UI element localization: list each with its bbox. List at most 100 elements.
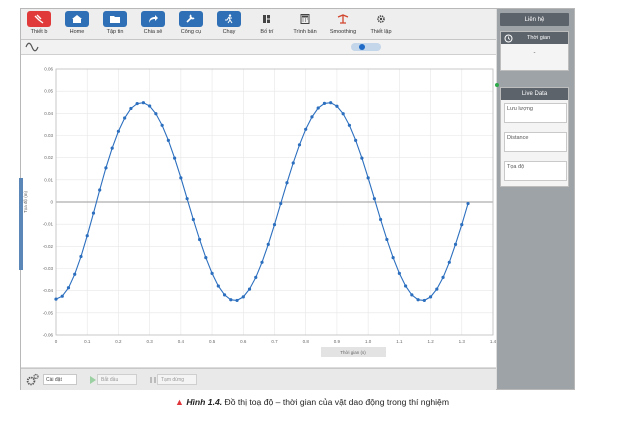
live-data-panel: Live Data Lưu lượng Distance Tọa độ <box>500 87 569 187</box>
y-tick-label: -0.01 <box>43 222 54 227</box>
data-point <box>73 272 77 276</box>
toolbar-file-button[interactable]: Tập tin <box>97 9 133 39</box>
toolbar-tools-button[interactable]: Công cụ <box>173 9 209 39</box>
toolbar-device-button[interactable]: Thiết b <box>21 9 57 39</box>
start-label: Bắt đầu <box>97 374 137 385</box>
data-point <box>297 143 302 147</box>
x-tick-label: 1.3 <box>459 339 466 344</box>
x-tick-label: 0 <box>55 339 58 344</box>
wrench-icon <box>179 11 203 27</box>
data-point <box>372 197 376 201</box>
live-field-distance[interactable]: Distance <box>504 132 567 152</box>
toolbar-share-button[interactable]: Chia sẻ <box>135 9 171 39</box>
share-icon <box>141 11 165 27</box>
gear-icon <box>369 11 393 27</box>
data-point <box>185 197 189 201</box>
data-point <box>247 287 252 291</box>
data-point <box>66 286 71 290</box>
data-point <box>91 211 96 215</box>
data-point <box>379 217 383 222</box>
y-tick-label: 0.06 <box>44 67 53 72</box>
data-point <box>310 115 314 119</box>
y-tick-label: -0.03 <box>43 266 54 271</box>
live-field-flow[interactable]: Lưu lượng <box>504 103 567 123</box>
toolbar-layout-button[interactable]: Bố trí <box>249 9 285 39</box>
data-point <box>116 129 121 133</box>
data-point <box>435 287 439 291</box>
data-point <box>447 260 451 264</box>
stop-button[interactable]: Tạm dừng <box>149 374 197 385</box>
data-point <box>404 284 408 288</box>
data-point <box>241 295 245 299</box>
data-point <box>460 223 464 227</box>
x-tick-label: 0.4 <box>178 339 185 344</box>
x-tick-label: 1.2 <box>427 339 434 344</box>
data-point <box>347 123 352 127</box>
y-tick-label: 0.04 <box>44 111 53 116</box>
x-axis-label: Thời gian (s) <box>340 350 366 355</box>
pause-icon <box>150 376 156 383</box>
settings-gear-icon[interactable] <box>25 373 39 387</box>
data-point <box>291 161 295 165</box>
run-icon <box>217 11 241 27</box>
data-point <box>141 101 145 105</box>
y-tick-label: -0.02 <box>43 244 54 249</box>
data-point <box>285 181 289 185</box>
toolbar-label: Thiết b <box>30 29 48 35</box>
data-point <box>410 293 414 297</box>
data-point <box>428 295 433 299</box>
caption-prefix: Hình 1.4. <box>186 397 223 407</box>
data-point <box>98 188 102 192</box>
contact-button[interactable]: Liên hệ <box>500 13 569 26</box>
status-dot <box>495 83 499 87</box>
y-tick-label: 0.02 <box>44 155 53 160</box>
data-point <box>260 260 264 264</box>
data-point <box>254 275 258 279</box>
data-point <box>322 101 327 105</box>
side-panel-handle[interactable] <box>19 178 23 270</box>
play-icon <box>90 375 96 384</box>
graph-scroll-handle[interactable] <box>359 44 365 50</box>
y-tick-label: 0.03 <box>44 133 53 138</box>
time-header-label: Thời gian <box>527 35 551 41</box>
data-point <box>385 237 389 242</box>
toolbar-smoothing-button[interactable]: Smoothing <box>325 9 361 39</box>
y-axis-label: Tọa độ (m) <box>23 191 28 214</box>
data-point <box>154 112 158 116</box>
layout-icon <box>255 11 279 27</box>
data-point <box>316 106 320 110</box>
calculator-icon <box>293 11 317 27</box>
bottom-setting-field[interactable]: Cài đặt <box>43 374 77 385</box>
toolbar-label: Chạy <box>222 29 236 35</box>
toolbar-home-button[interactable]: Home <box>59 9 95 39</box>
time-value: - <box>533 50 536 56</box>
x-tick-label: 0.7 <box>271 339 278 344</box>
x-tick-label: 1.1 <box>396 339 403 344</box>
start-button[interactable]: Bắt đầu <box>89 374 137 385</box>
data-point <box>229 298 233 302</box>
toolbar-label: Trình bản <box>293 29 317 35</box>
data-point <box>235 298 239 303</box>
data-point <box>60 294 64 298</box>
toolbar-settings-button[interactable]: Thiết lập <box>363 9 399 39</box>
toolbar-calculator-button[interactable]: Trình bản <box>287 9 323 39</box>
x-tick-label: 0.6 <box>240 339 247 344</box>
data-point <box>354 138 358 142</box>
sine-wave-icon[interactable] <box>25 41 39 53</box>
time-header: Thời gian <box>501 32 568 44</box>
data-point <box>216 284 220 288</box>
graph-scrollbar[interactable] <box>351 43 381 51</box>
toolbar-label: Bố trí <box>260 29 274 35</box>
data-point <box>453 242 458 246</box>
live-field-position[interactable]: Tọa độ <box>504 161 567 181</box>
data-point <box>160 123 164 127</box>
data-point <box>279 201 283 206</box>
data-point <box>391 256 395 260</box>
data-point <box>135 101 139 106</box>
data-point <box>179 176 183 180</box>
toolbar-run-button[interactable]: Chạy <box>211 9 247 39</box>
data-point <box>204 256 208 260</box>
data-point <box>110 146 114 150</box>
toolbar-label: Công cụ <box>180 29 202 35</box>
data-point <box>197 237 202 242</box>
